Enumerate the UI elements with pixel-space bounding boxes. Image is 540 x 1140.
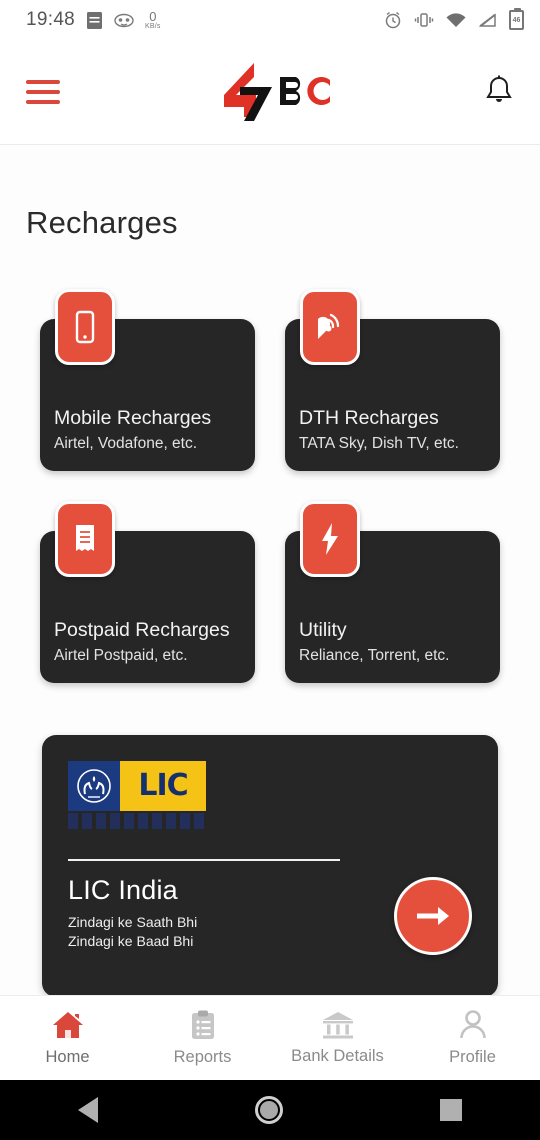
status-bar-right: 46	[384, 8, 524, 30]
nav-label: Reports	[173, 1048, 232, 1066]
back-triangle-icon[interactable]	[78, 1097, 99, 1123]
nav-label: Home	[45, 1048, 90, 1066]
face-icon	[114, 13, 134, 28]
lic-logo: LIC	[68, 761, 206, 829]
lic-logo-row: LIC	[68, 761, 206, 811]
status-bar-clock: 19:48	[26, 9, 76, 30]
tile-subtitle: Airtel Postpaid, etc.	[54, 647, 188, 664]
satellite-dish-icon	[318, 313, 340, 339]
tile-subtitle: Reliance, Torrent, etc.	[299, 647, 450, 664]
app-header	[0, 40, 540, 145]
tile-title: DTH Recharges	[299, 407, 439, 429]
bell-icon[interactable]	[484, 74, 514, 111]
nav-item-profile[interactable]: Profile	[413, 1009, 533, 1067]
tile-icon-badge	[55, 289, 115, 365]
tile-dth-recharges[interactable]: DTH Recharges TATA Sky, Dish TV, etc.	[285, 289, 500, 471]
tile-title: Postpaid Recharges	[54, 619, 230, 641]
home-circle-icon[interactable]	[254, 1096, 283, 1124]
mobile-phone-icon	[75, 310, 95, 344]
nav-item-home[interactable]: Home	[8, 1009, 128, 1067]
nav-item-reports[interactable]: Reports	[143, 1009, 263, 1067]
hamburger-bar	[26, 90, 60, 94]
bottom-navigation: Home Reports Bank Details Profile	[0, 995, 540, 1080]
bank-icon	[322, 1012, 353, 1039]
status-bar: 19:48 0 KB/s 46	[0, 0, 540, 40]
nav-item-bank-details[interactable]: Bank Details	[278, 1010, 398, 1066]
main-content: Recharges Mobile Recharges Airtel, Vodaf…	[0, 145, 540, 1000]
notification-list-icon	[86, 11, 103, 30]
signal-icon	[478, 12, 497, 28]
status-bar-left: 19:48 0 KB/s	[26, 9, 161, 31]
promo-banner-wrap: LIC LIC India Zindagi ke Saath Bhi Zinda…	[0, 683, 540, 997]
recharge-tiles-grid: Mobile Recharges Airtel, Vodafone, etc. …	[0, 241, 540, 683]
tile-icon-badge	[300, 289, 360, 365]
lic-hands-lamp-emblem	[68, 761, 120, 811]
battery-icon: 46	[509, 8, 524, 30]
person-icon	[459, 1010, 486, 1039]
tile-postpaid-recharges[interactable]: Postpaid Recharges Airtel Postpaid, etc.	[40, 501, 255, 683]
tile-subtitle: Airtel, Vodafone, etc.	[54, 435, 198, 452]
clipboard-icon	[191, 1010, 214, 1039]
android-navigation-bar	[0, 1080, 540, 1140]
tile-title: Utility	[299, 619, 347, 641]
home-icon	[52, 1012, 83, 1038]
tile-utility[interactable]: Utility Reliance, Torrent, etc.	[285, 501, 500, 683]
alarm-icon	[384, 11, 402, 29]
tile-title: Mobile Recharges	[54, 407, 212, 429]
promo-banner-lic[interactable]: LIC LIC India Zindagi ke Saath Bhi Zinda…	[42, 735, 498, 997]
network-speed-unit: KB/s	[145, 23, 161, 30]
hamburger-menu-icon[interactable]	[26, 80, 60, 104]
tile-mobile-recharges[interactable]: Mobile Recharges Airtel, Vodafone, etc.	[40, 289, 255, 471]
recents-square-icon[interactable]	[439, 1099, 462, 1121]
arrow-right-icon	[417, 907, 449, 925]
47-lightning-logo	[223, 63, 330, 121]
tile-subtitle: TATA Sky, Dish TV, etc.	[299, 435, 459, 452]
divider	[68, 859, 340, 861]
hamburger-bar	[26, 80, 60, 84]
hamburger-bar	[26, 100, 60, 104]
app-screen: 19:48 0 KB/s 46 Recharges Mobile Recharg…	[0, 0, 540, 1140]
receipt-icon	[76, 525, 94, 551]
lic-wordmark: LIC	[120, 761, 206, 811]
nav-label: Bank Details	[291, 1047, 384, 1065]
page-title: Recharges	[26, 205, 178, 240]
tile-icon-badge	[300, 501, 360, 577]
vibrate-icon	[414, 12, 434, 28]
battery-level: 46	[512, 16, 521, 24]
home-circle-fill	[259, 1101, 278, 1119]
network-speed-value: 0	[149, 9, 157, 24]
tile-icon-badge	[55, 501, 115, 577]
network-speed-indicator: 0 KB/s	[145, 10, 161, 30]
lic-hindi-subtext	[68, 813, 206, 829]
nav-label: Profile	[449, 1048, 496, 1066]
app-logo[interactable]	[210, 61, 335, 123]
promo-action-button[interactable]	[394, 877, 472, 955]
lic-wordmark-text: LIC	[138, 768, 188, 803]
lightning-bolt-icon	[322, 523, 338, 555]
wifi-icon	[446, 12, 466, 28]
